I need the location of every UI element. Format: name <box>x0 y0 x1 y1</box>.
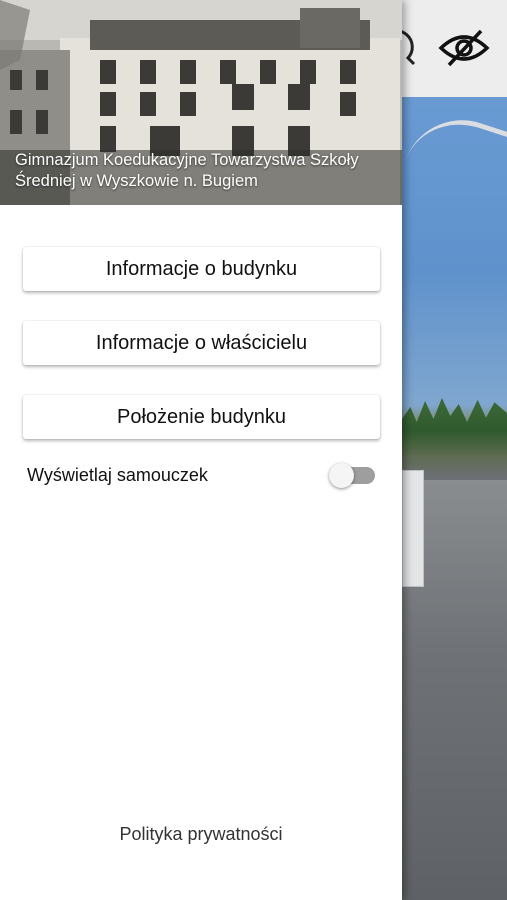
street-lamp <box>397 104 507 217</box>
hide-eye-icon[interactable] <box>432 22 496 74</box>
ar-object-edge <box>402 470 424 587</box>
navigation-drawer: Gimnazjum Koedukacyjne Towarzystwa Szkoł… <box>0 0 402 900</box>
building-info-button[interactable]: Informacje o budynku <box>23 247 380 291</box>
drawer-header: Gimnazjum Koedukacyjne Towarzystwa Szkoł… <box>0 0 402 205</box>
tutorial-toggle-label: Wyświetlaj samouczek <box>27 464 208 485</box>
privacy-policy-link[interactable]: Polityka prywatności <box>0 824 402 845</box>
owner-info-button[interactable]: Informacje o właścicielu <box>23 321 380 365</box>
building-name: Gimnazjum Koedukacyjne Towarzystwa Szkoł… <box>15 151 359 190</box>
tutorial-toggle-switch[interactable] <box>329 462 377 488</box>
tree-line <box>402 398 507 455</box>
tutorial-toggle-row: Wyświetlaj samouczek <box>27 460 377 490</box>
building-location-button[interactable]: Położenie budynku <box>23 395 380 439</box>
switch-thumb <box>329 463 354 488</box>
